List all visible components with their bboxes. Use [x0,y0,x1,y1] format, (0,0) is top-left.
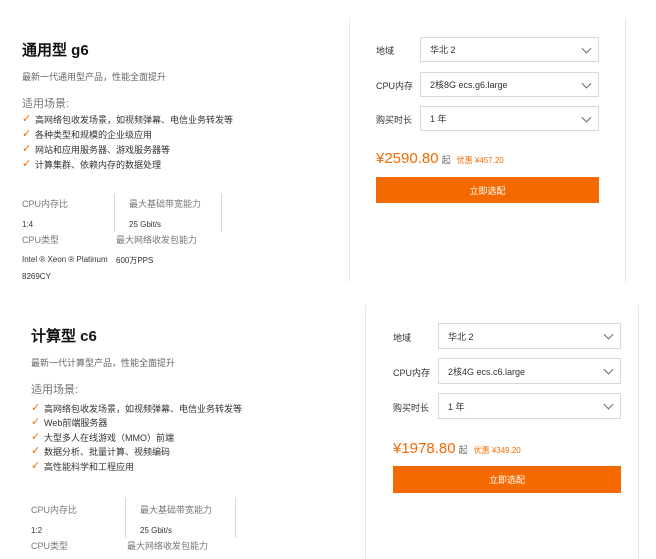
cpu-ratio-label: CPU内存比 [31,505,78,515]
region-select[interactable]: 华北 2 [438,323,621,349]
list-item: ✓ 各种类型和规模的企业级应用 [22,128,153,141]
chevron-down-icon [581,112,592,123]
chevron-down-icon [603,329,614,340]
price-unit: 起 [458,445,468,455]
check-icon: ✓ [22,113,32,125]
feature-list: ✓ 高网络包收发场景，如视频弹幕、电信业务转发等 ✓ 各种类型和规模的企业级应用 ✓… [22,112,233,172]
chevron-down-icon [581,78,592,89]
cpu-mem-label: CPU内存 [393,368,431,378]
region-select[interactable]: 华北 2 [420,37,599,62]
duration-label: 购买时长 [393,403,430,413]
cpu-type-value: Intel ® Xeon ® Platinum [22,255,108,264]
divider [114,194,115,232]
cpu-ratio-value: 1:4 [22,220,34,229]
cpu-ratio-value: 1:2 [31,526,43,535]
scene-label: 适用场景: [22,98,70,110]
check-icon: ✓ [31,459,41,472]
check-icon: ✓ [31,445,41,458]
pps-value: 600万PPS [116,256,154,265]
product-title: 通用型 g6 [22,42,89,59]
cpu-type-label: CPU类型 [22,235,60,245]
divider [235,498,236,538]
check-icon: ✓ [31,416,41,429]
price-value: ¥1978.80 [393,440,456,457]
bandwidth-label: 最大基础带宽能力 [129,199,202,209]
check-icon: ✓ [22,128,32,140]
pps-label: 最大网络收发包能力 [127,541,209,551]
duration-select[interactable]: 1 年 [438,393,621,419]
duration-select[interactable]: 1 年 [420,106,599,131]
cpu-type-label: CPU类型 [31,541,69,551]
list-item: ✓ Web前端服务器 [31,416,108,429]
chevron-down-icon [581,43,592,54]
bandwidth-value: 25 Gbit/s [129,220,162,229]
feature-list: ✓ 高网络包收发场景，如视频弹幕、电信业务转发等 ✓ Web前端服务器 ✓ 大型多人在… [31,401,242,474]
bandwidth-label: 最大基础带宽能力 [140,505,213,515]
list-item: ✓ 高网络包收发场景，如视频弹幕、电信业务转发等 [22,113,234,126]
product-desc: 最新一代计算型产品，性能全面提升 [31,358,176,368]
product-desc: 最新一代通用型产品，性能全面提升 [22,72,167,82]
panel-divider [349,18,350,282]
cpu-mem-select[interactable]: 2核4G ecs.c6.large [438,358,621,384]
price-unit: 起 [441,155,451,165]
cpu-mem-select[interactable]: 2核8G ecs.g6.large [420,72,599,97]
check-icon: ✓ [31,430,41,443]
region-label: 地域 [376,46,395,56]
divider [221,194,222,232]
list-item: ✓ 大型多人在线游戏（MMO）前端 [31,430,174,443]
list-item: ✓ 数据分析、批量计算、视频编码 [31,445,171,458]
panel-divider [638,305,639,559]
bandwidth-value: 25 Gbit/s [140,526,173,535]
cpu-type-value-2: 8269CY [22,272,51,281]
price-block: ¥2590.80 起 优惠 ¥457.20 [376,150,504,167]
price-block: ¥1978.80 起 优惠 ¥349.20 [393,440,521,457]
pps-label: 最大网络收发包能力 [116,235,198,245]
price-value: ¥2590.80 [376,150,439,167]
check-icon: ✓ [22,158,32,170]
list-item: ✓ 高网络包收发场景，如视频弹幕、电信业务转发等 [31,401,243,414]
discount-text: 优惠 ¥349.20 [473,446,521,455]
chevron-down-icon [603,399,614,410]
discount-text: 优惠 ¥457.20 [456,156,504,165]
select-config-button[interactable]: 立即选配 [393,466,621,493]
panel-divider [625,18,626,282]
list-item: ✓ 高性能科学和工程应用 [31,459,135,472]
list-item: ✓ 网站和应用服务器、游戏服务器等 [22,143,171,156]
cpu-mem-label: CPU内存 [376,81,414,91]
check-icon: ✓ [22,143,32,155]
product-title: 计算型 c6 [31,328,97,345]
chevron-down-icon [603,364,614,375]
region-label: 地域 [393,333,412,343]
list-item: ✓ 计算集群、依赖内存的数据处理 [22,158,162,171]
divider [125,498,126,538]
select-config-button[interactable]: 立即选配 [376,177,599,203]
scene-label: 适用场景: [31,384,79,396]
check-icon: ✓ [31,401,41,414]
cpu-ratio-label: CPU内存比 [22,199,69,209]
panel-divider [365,305,366,559]
duration-label: 购买时长 [376,115,413,125]
